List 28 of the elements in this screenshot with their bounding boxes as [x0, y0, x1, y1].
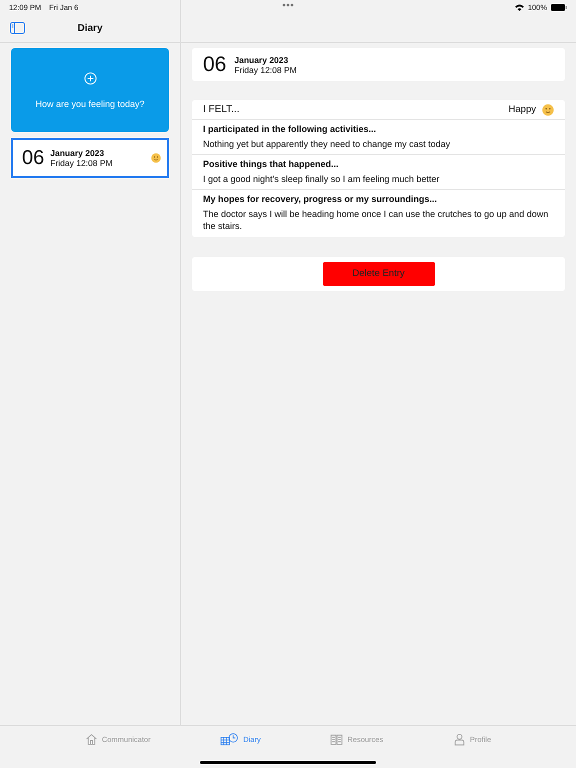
- section-heading: My hopes for recovery, progress or my surroundings...: [203, 194, 438, 204]
- wifi-icon: [514, 4, 524, 10]
- entry-time: Friday 12:08 PM: [50, 158, 114, 168]
- section-text: The doctor says I will be heading home once I can use the crutches to go up and down the stairs.: [203, 208, 550, 233]
- home-icon: [84, 733, 98, 746]
- add-icon: [84, 72, 96, 84]
- section-text: I got a good night's sleep finally so I am feeling much better: [203, 173, 440, 186]
- calendar-clock-icon: [220, 733, 240, 746]
- entry-month-year: January 2023: [234, 54, 290, 64]
- entry-day: 06: [22, 146, 44, 170]
- nav-title: Diary: [77, 22, 102, 34]
- entry-day: 06: [203, 52, 226, 76]
- section-heading: I participated in the following activities...: [203, 124, 378, 134]
- sidebar-toggle-icon[interactable]: [10, 22, 25, 34]
- person-icon: [452, 733, 466, 746]
- multitasking-dots-icon[interactable]: [282, 3, 294, 7]
- book-icon: [330, 733, 344, 746]
- mood-label: Happy: [508, 104, 536, 115]
- new-entry-button[interactable]: How are you feeling today?: [11, 48, 169, 132]
- section-text: Nothing yet but apparently they need to change my cast today: [203, 138, 452, 150]
- smiley-icon: [151, 153, 161, 163]
- section-heading: Positive things that happened...: [203, 159, 340, 170]
- smiley-icon: [542, 104, 554, 116]
- entry-month-year: January 2023: [50, 148, 106, 158]
- delete-entry-button[interactable]: Delete Entry: [322, 262, 434, 286]
- battery-icon: [551, 4, 567, 10]
- entry-time: Friday 12:08 PM: [234, 64, 298, 74]
- felt-label: I FELT...: [203, 104, 240, 115]
